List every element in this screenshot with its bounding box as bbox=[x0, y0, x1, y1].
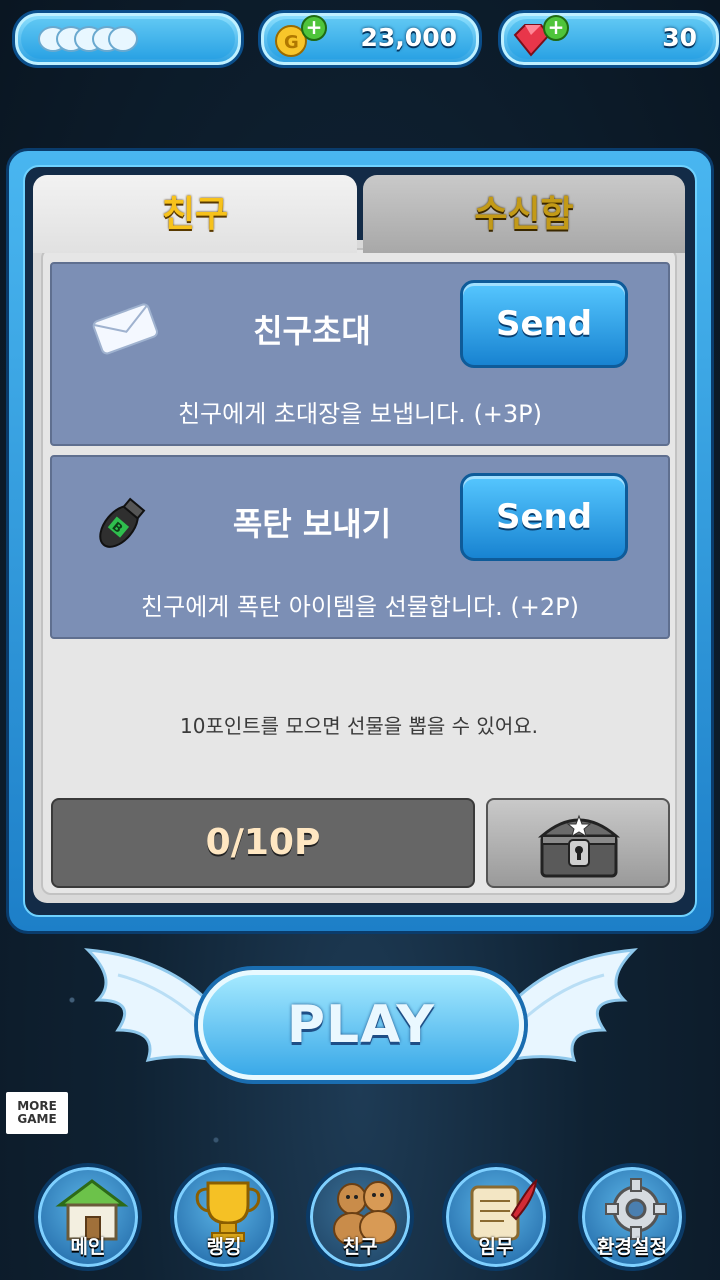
more-game-line2: GAME bbox=[17, 1112, 57, 1126]
points-hint: 10포인트를 모으면 선물을 뽑을 수 있어요. bbox=[180, 714, 538, 738]
tab-inbox[interactable]: 수신함 bbox=[363, 175, 685, 253]
nav-settings[interactable]: 환경설정 bbox=[578, 1163, 686, 1271]
invite-title: 친구초대 bbox=[253, 312, 371, 350]
bomb-description: 친구에게 폭탄 아이템을 선물합니다. (+2P) bbox=[141, 593, 579, 621]
gems-bar[interactable]: + 30 bbox=[498, 10, 720, 68]
add-gems-icon[interactable]: + bbox=[543, 15, 569, 41]
nav-main-label: 메인 bbox=[70, 1236, 106, 1258]
send-invite-button[interactable]: Send bbox=[460, 280, 628, 368]
nav-ranking-label: 랭킹 bbox=[206, 1236, 242, 1258]
nav-main[interactable]: 메인 bbox=[34, 1163, 142, 1271]
more-game-button[interactable]: MORE GAME bbox=[6, 1092, 68, 1134]
bomb-icon: B bbox=[99, 497, 146, 548]
treasure-chest-button[interactable] bbox=[486, 798, 670, 888]
envelope-icon bbox=[92, 303, 158, 355]
nav-friends[interactable]: 친구 bbox=[306, 1163, 414, 1271]
hearts-icon bbox=[38, 26, 138, 52]
play-button[interactable]: PLAY bbox=[198, 970, 524, 1080]
gem-count: 30 bbox=[662, 23, 697, 52]
play-label: PLAY bbox=[286, 995, 436, 1055]
bomb-title: 폭탄 보내기 bbox=[232, 505, 392, 543]
coins-bar[interactable]: G + 23,000 bbox=[258, 10, 482, 68]
more-game-line1: MORE bbox=[17, 1099, 57, 1113]
send-bomb-item: B 폭탄 보내기 Send 친구에게 폭탄 아이템을 선물합니다. (+2P) bbox=[50, 455, 670, 639]
nav-missions-label: 임무 bbox=[478, 1236, 514, 1258]
nav-missions[interactable]: 임무 bbox=[442, 1163, 550, 1271]
play-area: PLAY bbox=[78, 940, 644, 1100]
tab-friends[interactable]: 친구 bbox=[33, 175, 357, 253]
add-coins-icon[interactable]: + bbox=[301, 15, 327, 41]
chest-icon bbox=[537, 814, 621, 878]
invite-description: 친구에게 초대장을 보냅니다. (+3P) bbox=[177, 400, 543, 428]
invite-friend-item: 친구초대 Send 친구에게 초대장을 보냅니다. (+3P) bbox=[50, 262, 670, 446]
coin-count: 23,000 bbox=[360, 23, 457, 52]
nav-friends-label: 친구 bbox=[342, 1236, 378, 1258]
nav-settings-label: 환경설정 bbox=[597, 1236, 667, 1258]
points-progress: 0/10P bbox=[51, 798, 475, 888]
nav-ranking[interactable]: 랭킹 bbox=[170, 1163, 278, 1271]
hearts-bar[interactable] bbox=[12, 10, 244, 68]
send-bomb-button[interactable]: Send bbox=[460, 473, 628, 561]
svg-text:G: G bbox=[284, 32, 299, 53]
